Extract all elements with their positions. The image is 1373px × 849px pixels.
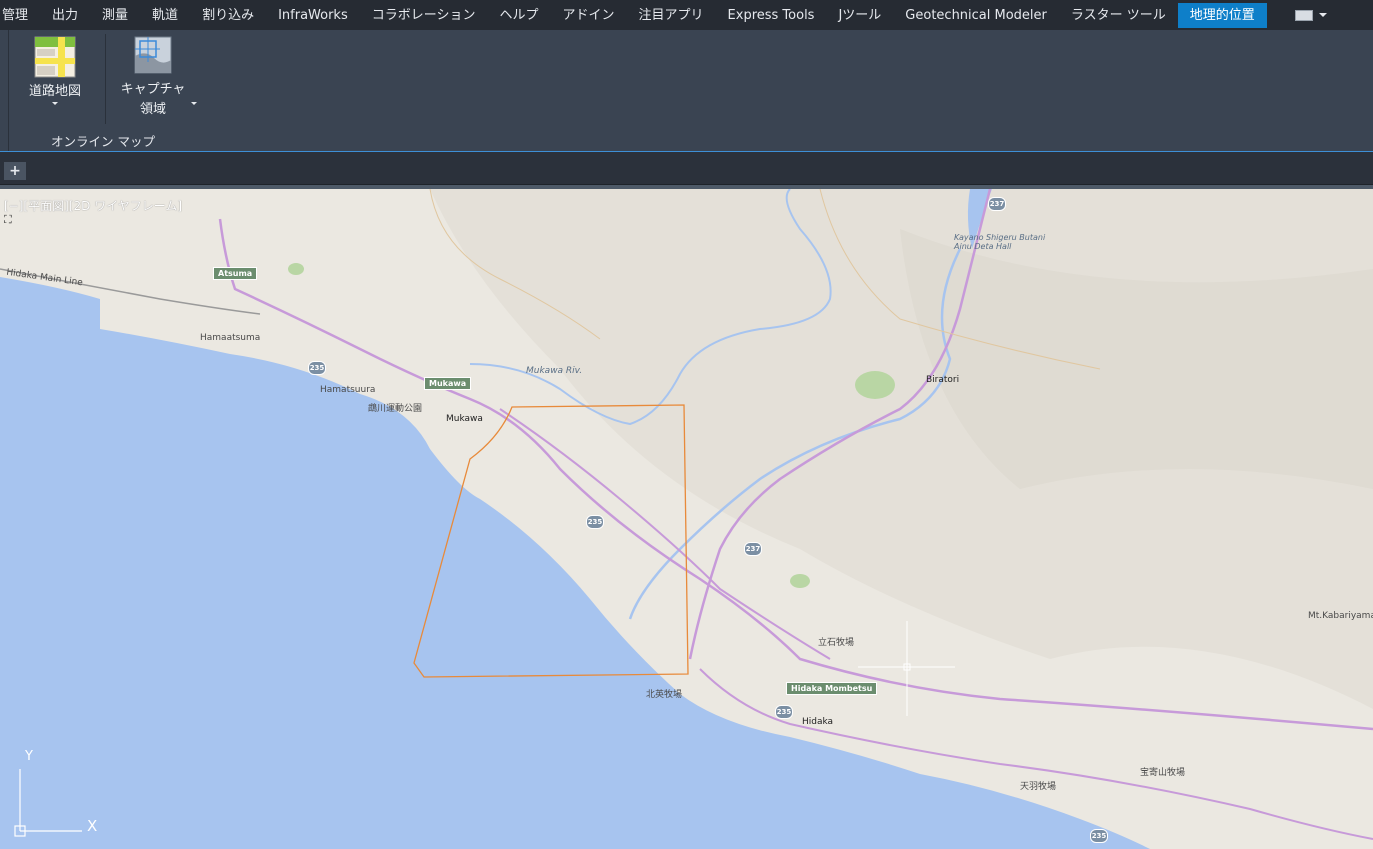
map-label: Biratori (926, 375, 960, 385)
tab-manage[interactable]: 管理 (0, 3, 40, 28)
compass-icon: ⛶ (4, 213, 12, 226)
map-label: Mukawa (446, 414, 483, 424)
chevron-down-icon[interactable] (191, 102, 197, 105)
tab-featured-apps[interactable]: 注目アプリ (627, 3, 716, 28)
ribbon-display-toggle[interactable] (1294, 9, 1327, 21)
map-label: 北英牧場 (646, 690, 683, 700)
route-shield: 235 (1090, 829, 1108, 843)
capture-label-line1: キャプチャ (120, 82, 186, 97)
capture-area-icon (134, 36, 172, 74)
road-map-button[interactable]: 道路地図 (15, 36, 95, 105)
viewport-controls-label[interactable]: [−][平面図][2D ワイヤフレーム] (4, 197, 182, 214)
chevron-down-icon (52, 102, 58, 105)
panel-separator (105, 34, 106, 124)
map-label: Mukawa Riv. (526, 366, 583, 376)
map-label: Kayano Shigeru Butani Ainu Deta Hall (954, 233, 1046, 251)
tab-collaboration[interactable]: コラボレーション (360, 3, 488, 28)
map-label: Hamaatsuma (200, 333, 261, 343)
panel-toggle-icon (1294, 9, 1313, 21)
map-label: 立石牧場 (818, 638, 855, 648)
tab-addins[interactable]: アドイン (551, 3, 627, 28)
map-label: 天羽牧場 (1020, 782, 1057, 792)
capture-area-button[interactable]: キャプチャ 領域 (113, 36, 193, 120)
tab-j-tools[interactable]: Jツール (826, 3, 893, 28)
route-shield: 235 (586, 515, 604, 529)
map-label: Mt.Kabariyama (1308, 611, 1373, 621)
file-tab-strip: + (0, 152, 1373, 185)
map-label: 鵡川運動公園 (368, 404, 423, 414)
map-label: Hamatsuura (320, 385, 376, 395)
route-shield: 235 (308, 361, 326, 375)
tab-raster-tools[interactable]: ラスター ツール (1059, 3, 1178, 28)
chevron-down-icon (1318, 13, 1327, 17)
tab-survey[interactable]: 測量 (90, 3, 140, 28)
drawing-viewport[interactable]: [−][平面図][2D ワイヤフレーム] ⛶ Y X Atsuma Mukawa… (0, 185, 1373, 849)
ucs-x-label: X (87, 817, 98, 835)
route-shield: 237 (744, 542, 762, 556)
panel-title: オンライン マップ (51, 134, 155, 149)
map-label: Hidaka (802, 717, 834, 727)
route-shield: 237 (988, 197, 1006, 211)
tab-help[interactable]: ヘルプ (487, 3, 550, 28)
capture-label-line2: 領域 (139, 102, 166, 117)
station-label: Hidaka Mombetsu (786, 682, 878, 695)
map-label: 宝寄山牧場 (1140, 768, 1186, 778)
station-label: Mukawa (424, 377, 472, 390)
online-map-panel: 道路地図 キャプチャ 領域 オンライン マップ (8, 30, 197, 151)
tab-express-tools[interactable]: Express Tools (716, 3, 827, 28)
new-tab-button[interactable]: + (4, 162, 26, 180)
road-map-label: 道路地図 (28, 84, 81, 99)
tab-rail[interactable]: 軌道 (140, 3, 190, 28)
ribbon-panel-area: 道路地図 キャプチャ 領域 オンライン マップ (0, 30, 1373, 152)
tab-geolocation[interactable]: 地理的位置 (1177, 2, 1267, 28)
station-label: Atsuma (213, 267, 258, 280)
tab-interrupt[interactable]: 割り込み (190, 3, 266, 28)
tab-output[interactable]: 出力 (40, 3, 90, 28)
route-shield: 235 (775, 705, 793, 719)
road-map-icon (34, 36, 76, 78)
ucs-y-label: Y (25, 749, 33, 764)
tab-geotechnical-modeler[interactable]: Geotechnical Modeler (893, 3, 1059, 28)
tab-infraworks[interactable]: InfraWorks (266, 3, 360, 28)
ribbon-tab-bar: 管理 出力 測量 軌道 割り込み InfraWorks コラボレーション ヘルプ… (0, 0, 1373, 31)
map-canvas (0, 189, 1373, 849)
